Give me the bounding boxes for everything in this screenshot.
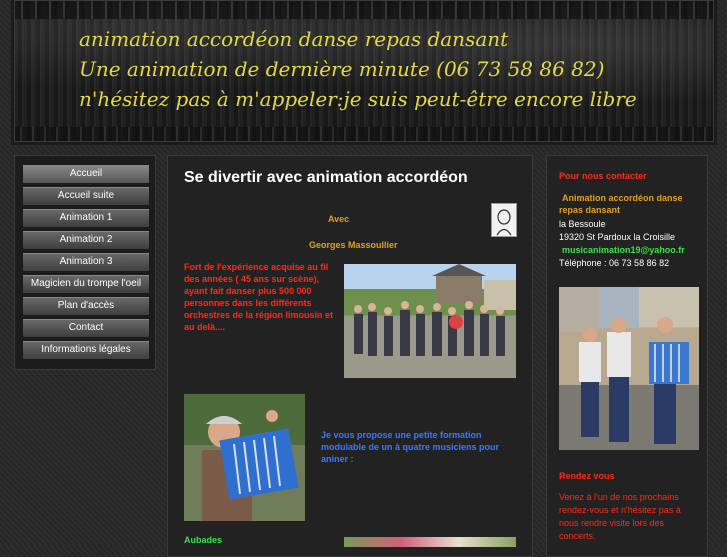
email-link[interactable]: musicanimation19@yahoo.fr [562,245,685,255]
rendezvous-text-2: rendez-vous et n'hésitez pas à [559,505,681,515]
nav-item-accueil[interactable]: Accueil [22,164,150,184]
procession-photo [344,264,516,378]
aubades-label: Aubades [184,535,223,545]
banner-line-1: animation accordéon danse repas dansant [79,27,509,51]
contact-title: Pour nous contacter [559,171,647,181]
musician-name: Georges Massoullier [309,240,398,250]
nav-item-animation-3[interactable]: Animation 3 [22,252,150,272]
rendezvous-title: Rendez vous [559,471,615,481]
banner-line-3: n'hésitez pas à m'appeler:je suis peut-ê… [79,87,637,111]
address-line-2: 19320 St Pardoux la Croisille [559,232,676,242]
banner-texture-top [15,1,713,19]
contact-sidebar: Pour nous contacter Animation accordéon … [546,155,708,557]
banner-line-2: Une animation de dernière minute (06 73 … [79,57,605,81]
experience-paragraph: Fort de l'expérience acquise au fil des … [184,262,334,332]
formation-paragraph: Je vous propose une petite formation mod… [321,430,500,464]
main-content: Se divertir avec animation accordéon Ave… [167,155,533,557]
avec-label: Avec [328,214,350,224]
banner-texture-bottom [15,127,713,141]
nav-item-animation-2[interactable]: Animation 2 [22,230,150,250]
portrait-sketch-image [491,203,517,237]
rendezvous-text-1: Venez à l'un de nos prochains [559,492,679,502]
musicians-photo [559,287,699,450]
page-title: Se divertir avec animation accordéon [184,169,468,186]
nav-item-magicien[interactable]: Magicien du trompe l'oeil [22,274,150,294]
rendezvous-text-4: concerts. [559,531,596,541]
flowers-photo [344,537,516,547]
nav-item-informations-legales[interactable]: Informations légales [22,340,150,360]
sidebar-nav: Accueil Accueil suite Animation 1 Animat… [14,155,156,370]
header-banner: animation accordéon danse repas dansant … [14,0,714,142]
address-line-1: la Bessoule [559,219,606,229]
rendezvous-text-3: nous rendre visite lors des [559,518,665,528]
accordion-player-photo [184,394,305,521]
nav-item-animation-1[interactable]: Animation 1 [22,208,150,228]
company-name-line-2: repas dansant [559,205,621,215]
company-name-line-1: Animation accordéon danse [562,193,683,203]
nav-item-contact[interactable]: Contact [22,318,150,338]
phone-number: Téléphone : 06 73 58 86 82 [559,258,670,268]
nav-item-accueil-suite[interactable]: Accueil suite [22,186,150,206]
nav-item-plan-acces[interactable]: Plan d'accès [22,296,150,316]
